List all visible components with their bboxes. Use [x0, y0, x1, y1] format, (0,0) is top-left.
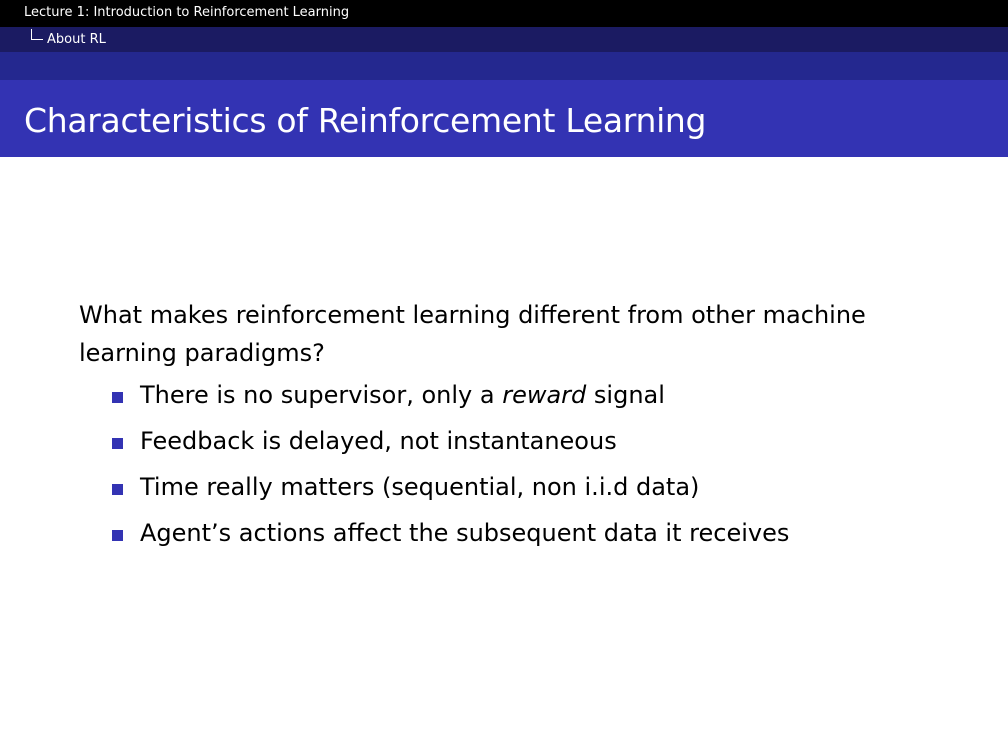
tree-branch-icon	[31, 29, 43, 40]
lecture-title[interactable]: Lecture 1: Introduction to Reinforcement…	[24, 5, 349, 21]
slide-title: Characteristics of Reinforcement Learnin…	[24, 101, 707, 140]
bullet-text: Agent’s actions affect the subsequent da…	[140, 519, 790, 547]
bullet-emphasis: reward	[502, 381, 587, 409]
square-bullet-icon	[112, 530, 123, 541]
bullet-item: There is no supervisor, only a reward si…	[79, 380, 959, 410]
bullet-text: signal	[586, 381, 665, 409]
slide: Lecture 1: Introduction to Reinforcement…	[0, 0, 1008, 756]
section-bar: About RL	[0, 27, 1008, 52]
header-band	[0, 52, 1008, 80]
header-bar: Lecture 1: Introduction to Reinforcement…	[0, 0, 1008, 27]
section-link[interactable]: About RL	[47, 32, 106, 48]
slide-content: What makes reinforcement learning differ…	[79, 296, 959, 564]
bullet-text: Time really matters (sequential, non i.i…	[140, 473, 700, 501]
title-bar: Characteristics of Reinforcement Learnin…	[0, 80, 1008, 157]
square-bullet-icon	[112, 484, 123, 495]
bullet-list: There is no supervisor, only a reward si…	[79, 380, 959, 548]
bullet-item: Agent’s actions affect the subsequent da…	[79, 518, 959, 548]
bullet-text: Feedback is delayed, not instantaneous	[140, 427, 617, 455]
bullet-item: Feedback is delayed, not instantaneous	[79, 426, 959, 456]
intro-text: What makes reinforcement learning differ…	[79, 301, 866, 367]
square-bullet-icon	[112, 392, 123, 403]
bullet-item: Time really matters (sequential, non i.i…	[79, 472, 959, 502]
square-bullet-icon	[112, 438, 123, 449]
bullet-text: There is no supervisor, only a	[140, 381, 503, 409]
